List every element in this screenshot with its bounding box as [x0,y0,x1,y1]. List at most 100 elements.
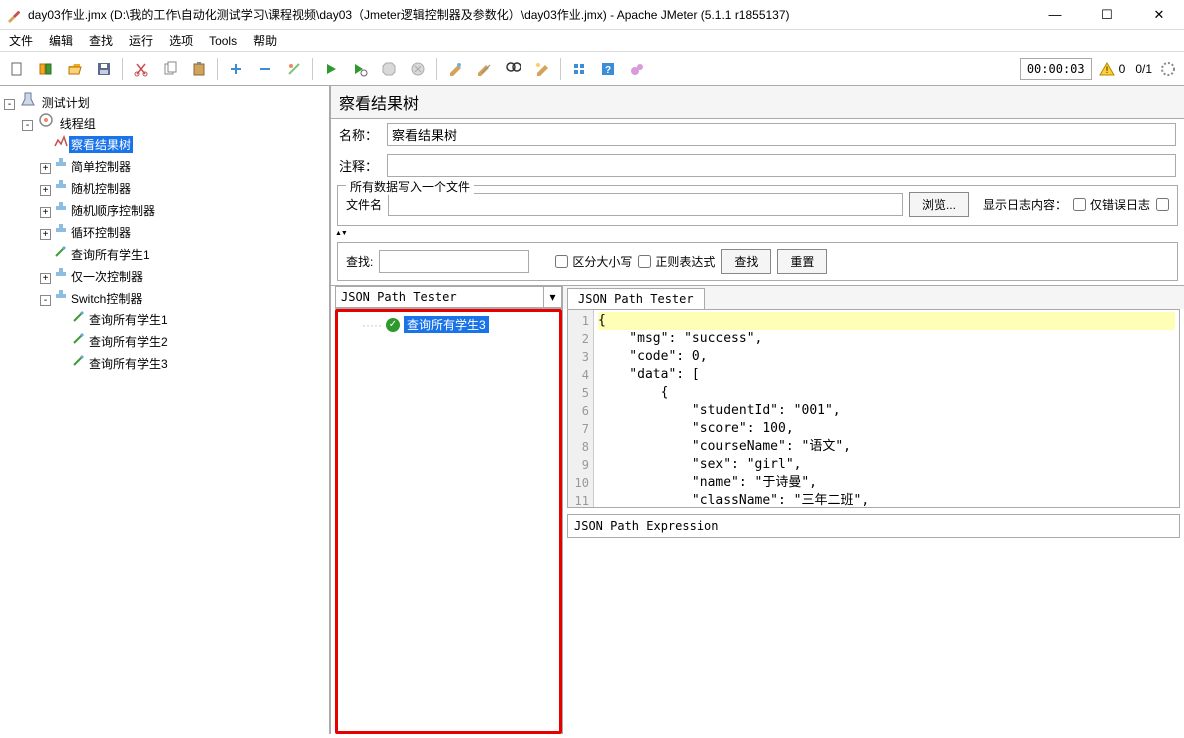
threadgroup-icon [38,112,54,128]
tree-root[interactable]: 测试计划 [40,94,92,111]
tree-item-switch-controller[interactable]: Switch控制器 [69,290,144,307]
tab-json-path-tester[interactable]: JSON Path Tester [567,288,705,309]
case-sensitive-label: 区分大小写 [572,253,632,270]
search-label: 查找: [346,253,373,270]
menu-help[interactable]: 帮助 [248,30,282,51]
results-detail-pane: JSON Path Tester 123456789101112 { "msg"… [563,286,1184,734]
menu-run[interactable]: 运行 [124,30,158,51]
menu-tools[interactable]: Tools [204,32,242,50]
cut-button[interactable] [128,56,154,82]
function-helper-button[interactable] [566,56,592,82]
file-output-fieldset: 所有数据写入一个文件 文件名 浏览... 显示日志内容： 仅错误日志 [337,185,1178,226]
expander-icon[interactable]: - [4,99,15,110]
save-button[interactable] [91,56,117,82]
start-no-timers-button[interactable] [347,56,373,82]
filename-label: 文件名 [346,196,382,213]
highlight-box: ····· ✓ 查询所有学生3 [335,309,562,734]
svg-text:!: ! [1105,65,1108,75]
tree-item-switch-child-2[interactable]: 查询所有学生2 [87,333,170,350]
tree-item-query-students-1[interactable]: 查询所有学生1 [69,246,152,263]
name-input[interactable] [387,123,1176,146]
paste-button[interactable] [186,56,212,82]
errors-only-checkbox[interactable] [1073,198,1086,211]
think-time-button[interactable] [624,56,650,82]
search-button[interactable]: 查找 [721,249,771,274]
copy-button[interactable] [157,56,183,82]
minimize-button[interactable]: — [1040,7,1070,23]
expander-icon[interactable]: - [40,295,51,306]
search-button-tb[interactable] [500,56,526,82]
expand-button[interactable] [223,56,249,82]
result-name: 查询所有学生3 [404,316,489,333]
expander-icon[interactable]: + [40,163,51,174]
result-row[interactable]: ····· ✓ 查询所有学生3 [338,314,559,335]
new-button[interactable] [4,56,30,82]
tree-item-switch-child-3[interactable]: 查询所有学生3 [87,355,170,372]
tree-item-random-controller[interactable]: 随机控制器 [69,180,133,197]
extra-checkbox[interactable] [1156,198,1169,211]
app-icon [6,7,22,23]
chevron-down-icon[interactable]: ▾ [544,286,562,308]
file-output-legend: 所有数据写入一个文件 [346,178,474,195]
menu-file[interactable]: 文件 [4,30,38,51]
regex-checkbox[interactable] [638,255,651,268]
close-button[interactable]: ✕ [1144,7,1174,23]
show-log-label: 显示日志内容： [983,196,1067,213]
name-label: 名称： [339,125,381,144]
help-button[interactable]: ? [595,56,621,82]
svg-text:?: ? [605,65,611,76]
menu-bar: 文件 编辑 查找 运行 选项 Tools 帮助 [0,30,1184,52]
filename-input[interactable] [388,193,903,216]
controller-icon [53,287,69,303]
case-sensitive-checkbox[interactable] [555,255,568,268]
toggle-button[interactable] [281,56,307,82]
maximize-button[interactable]: ☐ [1092,7,1122,23]
tree-item-switch-child-1[interactable]: 查询所有学生1 [87,311,170,328]
comment-input[interactable] [387,154,1176,177]
window-title: day03作业.jmx (D:\我的工作\自动化测试学习\课程视频\day03（… [28,6,1040,23]
clear-all-button[interactable] [471,56,497,82]
expander-icon[interactable]: + [40,185,51,196]
success-icon: ✓ [386,318,400,332]
expander-icon[interactable]: - [22,120,33,131]
right-pane: 察看结果树 名称： 注释： 所有数据写入一个文件 文件名 浏览... 显示日志内… [330,86,1184,734]
clear-button[interactable] [442,56,468,82]
test-plan-tree[interactable]: - 测试计划 - 线程组 察看结果树 + 简单控制器 + 随机控制器 + 随机顺序控制… [0,86,330,734]
menu-options[interactable]: 选项 [164,30,198,51]
title-bar: day03作业.jmx (D:\我的工作\自动化测试学习\课程视频\day03（… [0,0,1184,30]
reset-search-button[interactable] [529,56,555,82]
response-body[interactable]: 123456789101112 { "msg": "success", "cod… [567,309,1180,508]
stop-button[interactable] [376,56,402,82]
line-gutter: 123456789101112 [568,310,594,507]
start-button[interactable] [318,56,344,82]
sampler-icon [71,330,87,346]
menu-search[interactable]: 查找 [84,30,118,51]
render-select[interactable]: JSON Path Tester ▾ [335,286,562,309]
warning-count: 0 [1119,62,1126,76]
panel-title: 察看结果树 [331,86,1184,119]
controller-icon [53,265,69,281]
json-path-expression-label: JSON Path Expression [567,514,1180,538]
tree-item-once-only-controller[interactable]: 仅一次控制器 [69,268,145,285]
results-tree-pane: JSON Path Tester ▾ ····· ✓ 查询所有学生3 [335,286,563,734]
tree-item-random-order-controller[interactable]: 随机顺序控制器 [69,202,157,219]
tree-item-simple-controller[interactable]: 简单控制器 [69,158,133,175]
templates-button[interactable] [33,56,59,82]
reset-button[interactable]: 重置 [777,249,827,274]
expander-icon[interactable]: + [40,229,51,240]
tree-item-loop-controller[interactable]: 循环控制器 [69,224,133,241]
splitter-handle[interactable]: ▲▼ [331,230,1184,238]
expander-icon[interactable]: + [40,273,51,284]
open-button[interactable] [62,56,88,82]
menu-edit[interactable]: 编辑 [44,30,78,51]
sampler-icon [53,243,69,259]
elapsed-time: 00:00:03 [1020,58,1092,80]
browse-button[interactable]: 浏览... [909,192,969,217]
shutdown-button[interactable] [405,56,431,82]
search-input[interactable] [379,250,529,273]
expander-icon[interactable]: + [40,207,51,218]
run-indicator-icon [1160,61,1176,77]
tree-threadgroup[interactable]: 线程组 [58,115,98,132]
tree-item-results-tree[interactable]: 察看结果树 [69,136,133,153]
collapse-button[interactable] [252,56,278,82]
